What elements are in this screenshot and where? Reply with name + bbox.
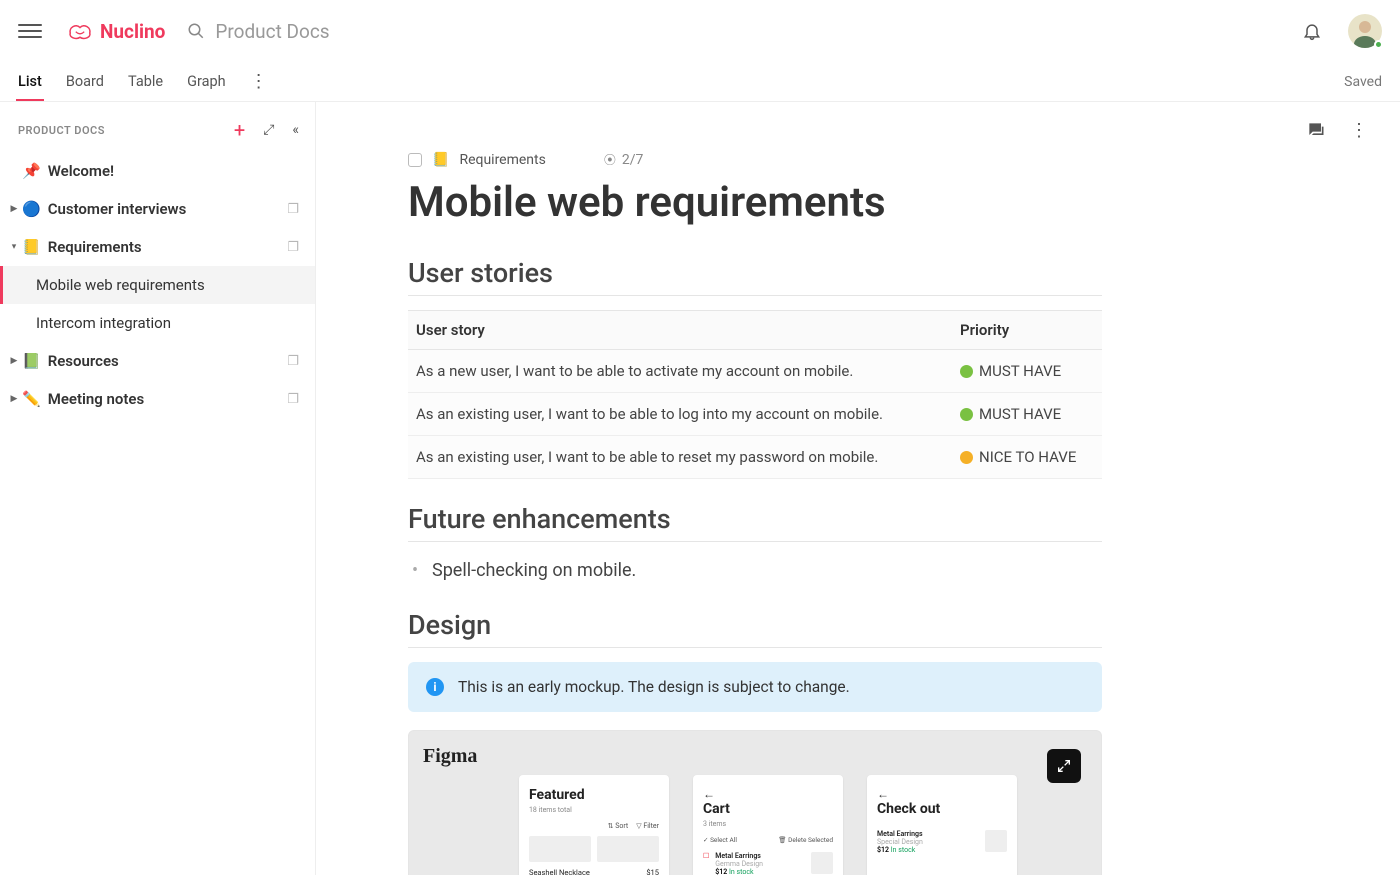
doc-more-icon[interactable]: ⋮ — [1350, 120, 1368, 145]
search-field[interactable]: Product Docs — [187, 20, 1302, 43]
info-callout: i This is an early mockup. The design is… — [408, 662, 1102, 712]
new-item-button[interactable]: + — [234, 120, 245, 140]
chevron-down-icon: ▾ — [8, 242, 20, 252]
figma-embed[interactable]: Figma Featured 18 items total ⇅ Sort▽ Fi… — [408, 730, 1102, 875]
priority-dot-icon — [960, 451, 973, 464]
task-progress: ⦿ 2/7 — [604, 151, 644, 168]
user-avatar[interactable] — [1348, 14, 1382, 48]
mockup-featured: Featured 18 items total ⇅ Sort▽ Filter S… — [519, 775, 669, 875]
mockup-checkout: ← Check out Metal Earrings Special Desig… — [867, 775, 1017, 875]
presence-indicator — [1374, 40, 1383, 49]
pencil-icon: ✏️ — [22, 390, 41, 408]
tab-board[interactable]: Board — [66, 63, 104, 100]
pin-icon: 📌 — [22, 162, 41, 180]
section-user-stories[interactable]: User stories — [408, 257, 1102, 296]
page-title[interactable]: Mobile web requirements — [408, 178, 1102, 227]
tab-graph[interactable]: Graph — [187, 63, 226, 100]
search-icon — [187, 22, 205, 40]
breadcrumb-link[interactable]: Requirements — [459, 152, 545, 168]
sidebar-item-meeting-notes[interactable]: ▶ ✏️ Meeting notes ❐ — [0, 380, 315, 418]
collapse-sidebar-icon[interactable]: « — [292, 122, 299, 138]
chevron-right-icon: ▶ — [8, 204, 20, 214]
search-placeholder: Product Docs — [215, 20, 329, 43]
sidebar-item-resources[interactable]: ▶ 📗 Resources ❐ — [0, 342, 315, 380]
comments-icon[interactable] — [1306, 120, 1326, 145]
save-status: Saved — [1344, 74, 1382, 90]
section-design[interactable]: Design — [408, 609, 1102, 648]
book-icon: 📗 — [22, 352, 41, 370]
table-row[interactable]: As an existing user, I want to be able t… — [408, 436, 1102, 479]
copy-icon[interactable]: ❐ — [287, 354, 299, 369]
table-row[interactable]: As an existing user, I want to be able t… — [408, 393, 1102, 436]
app-name: Nuclino — [100, 20, 165, 43]
copy-icon[interactable]: ❐ — [287, 392, 299, 407]
list-item[interactable]: Spell-checking on mobile. — [408, 556, 1102, 585]
priority-dot-icon — [960, 408, 973, 421]
col-user-story: User story — [408, 311, 952, 350]
sidebar-item-mobile-web-requirements[interactable]: Mobile web requirements — [0, 266, 315, 304]
copy-icon[interactable]: ❐ — [287, 202, 299, 217]
future-list: Spell-checking on mobile. — [408, 556, 1102, 585]
section-future[interactable]: Future enhancements — [408, 503, 1102, 542]
info-icon: i — [426, 678, 444, 696]
sidebar-item-customer-interviews[interactable]: ▶ 🔵 Customer interviews ❐ — [0, 190, 315, 228]
view-tabs: List Board Table Graph ⋮ — [18, 63, 268, 100]
app-logo[interactable]: Nuclino — [66, 20, 165, 43]
sidebar-item-intercom-integration[interactable]: Intercom integration — [0, 304, 315, 342]
speech-icon: 🔵 — [22, 200, 41, 218]
menu-toggle[interactable] — [18, 19, 42, 43]
tab-list[interactable]: List — [18, 63, 42, 100]
table-row[interactable]: As a new user, I want to be able to acti… — [408, 350, 1102, 393]
folder-icon: 📒 — [22, 238, 41, 256]
user-stories-table: User story Priority As a new user, I wan… — [408, 310, 1102, 479]
progress-icon: ⦿ — [604, 151, 616, 168]
tab-more-icon[interactable]: ⋮ — [250, 71, 268, 92]
breadcrumb: 📒 Requirements ⦿ 2/7 — [408, 151, 1102, 168]
copy-icon[interactable]: ❐ — [287, 240, 299, 255]
breadcrumb-folder-icon: 📒 — [432, 152, 449, 168]
col-priority: Priority — [952, 311, 1102, 350]
task-checkbox[interactable] — [408, 153, 422, 167]
notifications-icon[interactable] — [1302, 21, 1322, 41]
tab-table[interactable]: Table — [128, 63, 163, 100]
figma-label: Figma — [423, 745, 477, 768]
sidebar-title: PRODUCT DOCS — [18, 124, 234, 137]
chevron-right-icon: ▶ — [8, 356, 20, 366]
sidebar-item-requirements[interactable]: ▾ 📒 Requirements ❐ — [0, 228, 315, 266]
sidebar-item-welcome[interactable]: 📌 Welcome! — [0, 152, 315, 190]
priority-dot-icon — [960, 365, 973, 378]
expand-embed-icon[interactable] — [1047, 749, 1081, 783]
chevron-right-icon: ▶ — [8, 394, 20, 404]
expand-icon[interactable]: ⤢ — [263, 122, 274, 138]
mockup-cart: ← Cart 3 items ✓ Select All🗑 Delete Sele… — [693, 775, 843, 875]
